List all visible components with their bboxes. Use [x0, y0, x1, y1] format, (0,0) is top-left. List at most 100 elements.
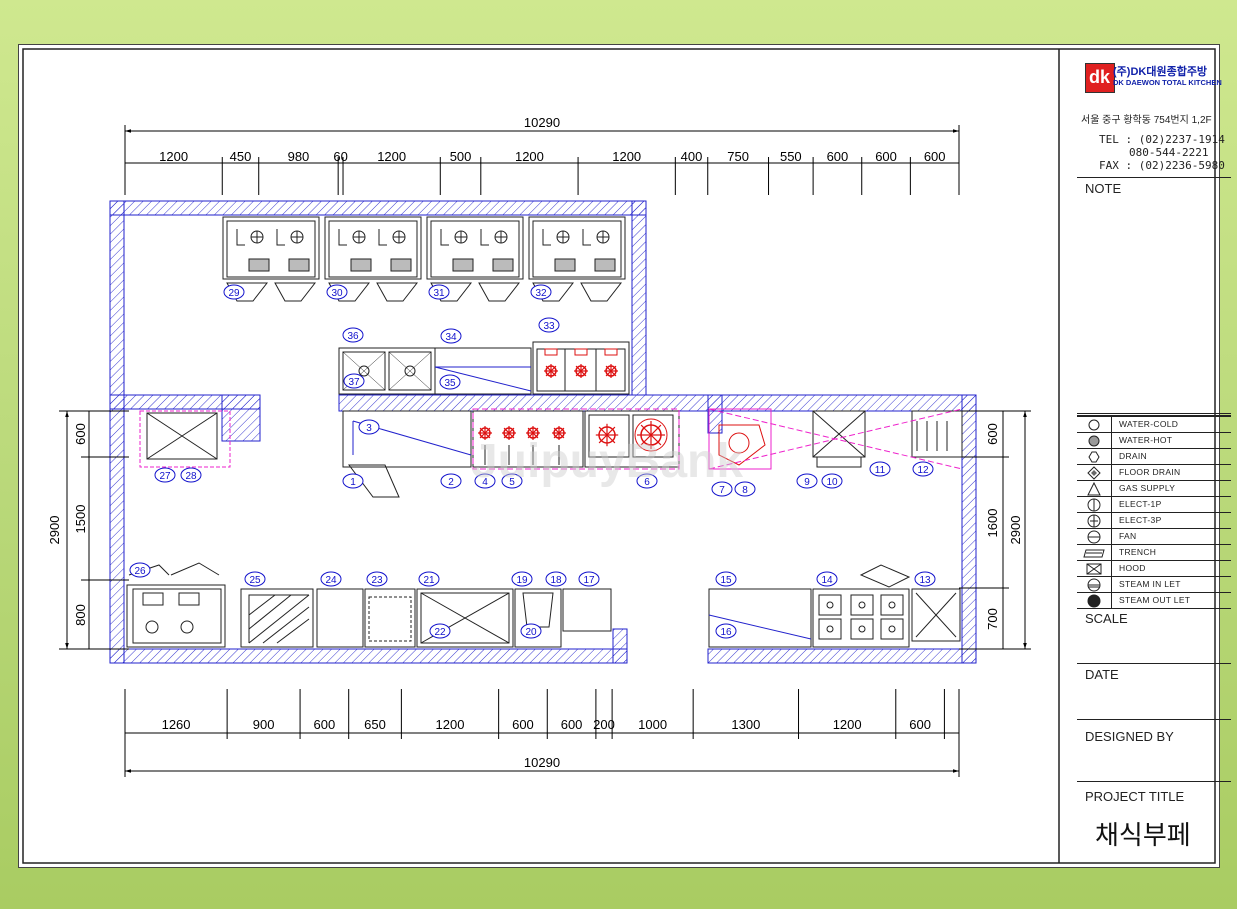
- top-dim-7: 1200: [612, 149, 641, 164]
- scale-block: SCALE: [1077, 607, 1231, 664]
- top-cook-stations: [222, 216, 626, 302]
- top-dim-3: 60: [333, 149, 347, 164]
- legend-label-5: ELECT-1P: [1119, 499, 1162, 509]
- legend-row-8: TRENCH: [1077, 544, 1231, 561]
- top-dim-1: 450: [230, 149, 252, 164]
- project-title-block: PROJECT TITLE 채식부페: [1077, 781, 1231, 861]
- bottom-dim-6: 600: [561, 717, 583, 732]
- equipment-tag-17: 17: [578, 571, 600, 587]
- right-total-dim: 2900: [1008, 516, 1023, 545]
- equipment-tag-28: 28: [180, 467, 202, 483]
- bottom-dim-11: 600: [909, 717, 931, 732]
- water-hot-icon: [1077, 433, 1112, 449]
- svg-text:29: 29: [228, 288, 240, 299]
- drawing-sheet: 10290 1200 450 980 60 1200 500 1200 1200 400 750 5…: [18, 44, 1231, 868]
- bottom-dim-4: 1200: [436, 717, 465, 732]
- svg-text:28: 28: [185, 471, 197, 482]
- designed-by-block: DESIGNED BY: [1077, 719, 1231, 782]
- company-fax: FAX : (02)2236-5980: [1099, 159, 1225, 172]
- equipment-tag-23: 23: [366, 571, 388, 587]
- designed-by-label: DESIGNED BY: [1085, 729, 1174, 744]
- svg-text:24: 24: [325, 575, 337, 586]
- top-dim-2: 980: [288, 149, 310, 164]
- svg-text:35: 35: [444, 378, 456, 389]
- equipment-tag-12: 12: [912, 461, 934, 477]
- left-dim-2: 800: [73, 604, 88, 626]
- svg-text:1: 1: [350, 477, 356, 488]
- legend-label-2: DRAIN: [1119, 451, 1147, 461]
- legend-row-10: STEAM IN LET: [1077, 576, 1231, 593]
- kitchen-floor-plan: 10290 1200 450 980 60 1200 500 1200 1200 400 750 5…: [22, 48, 1216, 864]
- top-dim-8: 400: [681, 149, 703, 164]
- svg-text:3: 3: [366, 423, 372, 434]
- equipment-tag-20: 20: [520, 623, 542, 639]
- legend-label-11: STEAM OUT LET: [1119, 595, 1191, 605]
- svg-text:16: 16: [720, 627, 732, 638]
- gas-supply-icon: [1077, 481, 1112, 497]
- bottom-dim-8: 1000: [638, 717, 667, 732]
- svg-text:2: 2: [448, 477, 454, 488]
- legend-row-0: WATER-COLD: [1077, 416, 1231, 433]
- svg-text:19: 19: [516, 575, 528, 586]
- svg-text:27: 27: [159, 471, 171, 482]
- water-cold-icon: [1077, 417, 1112, 433]
- svg-text:36: 36: [347, 331, 359, 342]
- floor-drain-icon: [1077, 465, 1112, 481]
- svg-text:26: 26: [134, 566, 146, 577]
- equipment-tag-22: 22: [429, 623, 451, 639]
- legend-row-9: HOOD: [1077, 560, 1231, 577]
- top-dimensions: 10290 1200 450 980 60 1200 500 1200 1200 400 750 5…: [124, 115, 960, 195]
- date-block: DATE: [1077, 663, 1231, 720]
- equipment-tag-37: 37: [343, 373, 365, 389]
- company-name-en: DK DAEWON TOTAL KITCHEN: [1113, 78, 1222, 87]
- company-block: dk (주)DK대원종합주방 DK DAEWON TOTAL KITCHEN 서…: [1077, 49, 1231, 178]
- bottom-dim-9: 1300: [731, 717, 760, 732]
- steam-in-let-icon: [1077, 577, 1112, 593]
- legend-label-7: FAN: [1119, 531, 1137, 541]
- svg-text:34: 34: [445, 332, 457, 343]
- top-total-dim: 10290: [524, 115, 560, 130]
- svg-text:14: 14: [821, 575, 833, 586]
- equipment-tag-9: 9: [796, 473, 818, 489]
- legend-row-2: DRAIN: [1077, 448, 1231, 465]
- bottom-dim-1: 900: [253, 717, 275, 732]
- legend-label-1: WATER-HOT: [1119, 435, 1173, 445]
- equipment-tag-10: 10: [821, 473, 843, 489]
- bottom-total-dim: 10290: [524, 755, 560, 770]
- fan-icon: [1077, 529, 1112, 545]
- walls: [109, 200, 977, 664]
- legend-block: WATER-COLD WATER-HOT DRAIN FLOOR DRAIN GAS S…: [1077, 415, 1231, 609]
- equipment-tag-14: 14: [816, 571, 838, 587]
- svg-text:23: 23: [371, 575, 383, 586]
- svg-text:25: 25: [249, 575, 261, 586]
- top-dim-0: 1200: [159, 149, 188, 164]
- legend-label-6: ELECT-3P: [1119, 515, 1162, 525]
- equipment-tag-34: 34: [440, 328, 462, 344]
- equipment-tag-11: 11: [869, 461, 891, 477]
- svg-text:30: 30: [331, 288, 343, 299]
- right-dim-2: 700: [985, 608, 1000, 630]
- svg-text:10: 10: [826, 477, 838, 488]
- logo-text: dk: [1089, 67, 1111, 87]
- svg-text:33: 33: [543, 321, 555, 332]
- legend-row-7: FAN: [1077, 528, 1231, 545]
- equipment-tag-36: 36: [342, 327, 364, 343]
- top-dim-9: 750: [727, 149, 749, 164]
- note-block: NOTE: [1077, 177, 1231, 414]
- legend-label-3: FLOOR DRAIN: [1119, 467, 1181, 477]
- right-dim-0: 600: [985, 423, 1000, 445]
- left-dim-1: 1500: [73, 505, 88, 534]
- trench-icon: [1077, 545, 1112, 561]
- svg-text:13: 13: [919, 575, 931, 586]
- legend-label-0: WATER-COLD: [1119, 419, 1179, 429]
- equipment-tag-15: 15: [715, 571, 737, 587]
- equipment-tag-2: 2: [440, 473, 462, 489]
- svg-text:31: 31: [433, 288, 445, 299]
- legend-row-6: ELECT-3P: [1077, 512, 1231, 529]
- equipment-tag-33: 33: [538, 317, 560, 333]
- bottom-dim-2: 600: [314, 717, 336, 732]
- equipment-tag-21: 21: [418, 571, 440, 587]
- svg-text:15: 15: [720, 575, 732, 586]
- elect-3p-icon: [1077, 513, 1112, 529]
- svg-text:17: 17: [583, 575, 595, 586]
